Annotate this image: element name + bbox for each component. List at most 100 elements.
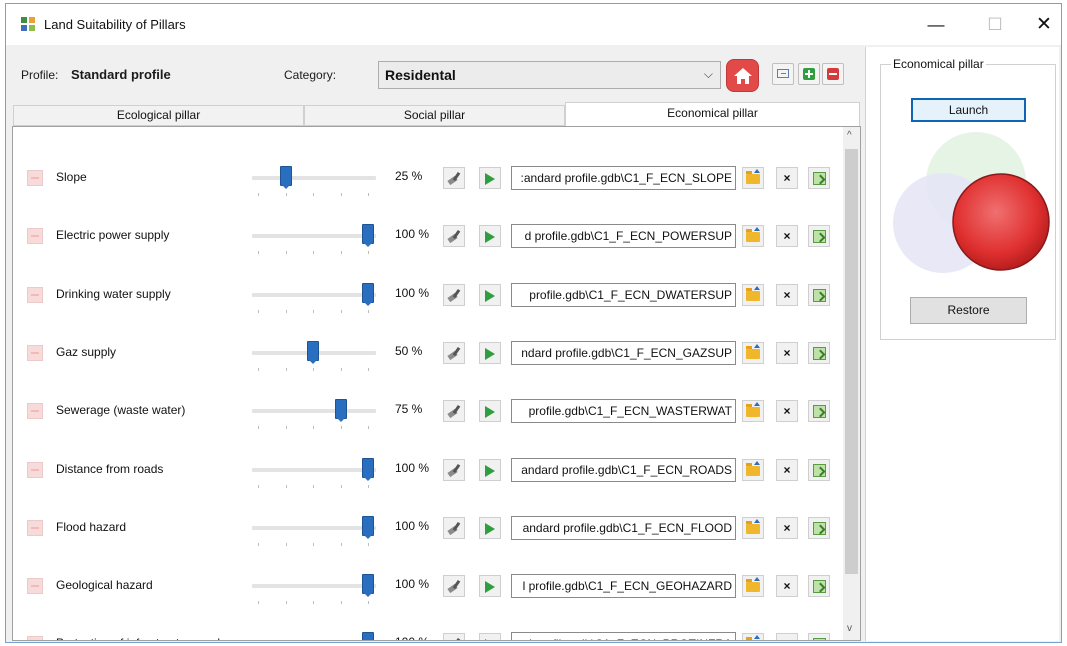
open-folder-button[interactable] (742, 341, 764, 364)
layer-path-field[interactable]: andard profile.gdb\C1_F_ECN_FLOOD (511, 515, 736, 540)
layer-path-field[interactable]: ndard profile.gdb\C1_F_ECN_GAZSUP (511, 340, 736, 365)
run-button[interactable] (479, 167, 501, 189)
weight-slider[interactable] (250, 568, 380, 605)
symbology-button[interactable] (443, 458, 465, 481)
layer-path-field[interactable]: profile.gdb\C1_F_ECN_DWATERSUP (511, 282, 736, 307)
view-map-button[interactable] (808, 283, 830, 306)
map-icon (813, 580, 826, 594)
symbology-button[interactable] (443, 633, 465, 640)
launch-button[interactable]: Launch (911, 98, 1026, 122)
weight-slider[interactable] (250, 393, 380, 430)
row-toggle[interactable] (27, 461, 43, 478)
layer-path-field[interactable]: andard profile.gdb\C1_F_ECN_ROADS (511, 457, 736, 482)
view-map-button[interactable] (808, 167, 830, 189)
add-button[interactable] (798, 63, 820, 85)
symbology-button[interactable] (443, 167, 465, 189)
restore-button[interactable]: Restore (910, 297, 1027, 324)
clear-path-button[interactable]: × (776, 458, 798, 481)
clear-path-button[interactable]: × (776, 633, 798, 640)
run-button[interactable] (479, 575, 501, 598)
clear-path-button[interactable]: × (776, 225, 798, 248)
scroll-down-arrow[interactable]: v (847, 623, 852, 634)
run-button[interactable] (479, 341, 501, 364)
open-folder-button[interactable] (742, 167, 764, 189)
symbology-button[interactable] (443, 341, 465, 364)
clear-path-button[interactable]: × (776, 575, 798, 598)
category-dropdown[interactable]: Residental ⌵ (378, 61, 721, 89)
weight-slider[interactable] (250, 277, 380, 313)
tab-social-pillar[interactable]: Social pillar (304, 105, 565, 126)
tab-ecological-pillar[interactable]: Ecological pillar (13, 105, 304, 126)
maximize-button[interactable]: ☐ (972, 4, 1018, 45)
view-map-button[interactable] (808, 458, 830, 481)
pin-button[interactable] (772, 63, 794, 85)
weight-slider[interactable] (250, 510, 380, 546)
row-toggle[interactable] (27, 403, 43, 420)
symbology-button[interactable] (443, 283, 465, 306)
clear-path-button[interactable]: × (776, 283, 798, 306)
weight-slider[interactable] (250, 452, 380, 488)
open-folder-button[interactable] (742, 225, 764, 248)
run-button[interactable] (479, 283, 501, 306)
row-toggle[interactable] (27, 636, 43, 640)
slider-thumb[interactable] (362, 632, 374, 640)
slider-thumb[interactable] (362, 457, 374, 481)
slider-thumb[interactable] (279, 166, 292, 189)
layer-path-field[interactable]: :andard profile.gdb\C1_F_ECN_SLOPE (511, 166, 736, 190)
weight-slider[interactable] (250, 335, 380, 371)
symbology-button[interactable] (443, 516, 465, 539)
run-button[interactable] (479, 516, 501, 539)
symbology-button[interactable] (443, 225, 465, 248)
row-toggle[interactable] (27, 170, 43, 186)
view-map-button[interactable] (808, 633, 830, 640)
view-map-button[interactable] (808, 575, 830, 598)
open-folder-button[interactable] (742, 458, 764, 481)
open-folder-button[interactable] (742, 575, 764, 598)
close-button[interactable]: ✕ (1021, 4, 1061, 45)
run-button[interactable] (479, 458, 501, 481)
symbology-button[interactable] (443, 400, 465, 423)
row-toggle[interactable] (27, 286, 43, 303)
clear-path-button[interactable]: × (776, 516, 798, 539)
layer-path-field[interactable]: d profile.gdb\C1_F_ECN_PROTINFRA (511, 632, 736, 640)
remove-button[interactable] (822, 63, 844, 85)
minimize-button[interactable]: — (913, 4, 959, 45)
slider-thumb[interactable] (362, 282, 374, 306)
home-button[interactable] (726, 59, 759, 92)
row-toggle[interactable] (27, 519, 43, 536)
row-toggle[interactable] (27, 578, 43, 595)
run-button[interactable] (479, 225, 501, 248)
view-map-button[interactable] (808, 225, 830, 248)
layer-path-field[interactable]: profile.gdb\C1_F_ECN_WASTERWAT (511, 399, 736, 424)
weight-slider[interactable] (250, 218, 380, 255)
layer-path-field[interactable]: l profile.gdb\C1_F_ECN_GEOHAZARD (511, 574, 736, 599)
run-button[interactable] (479, 633, 501, 640)
weight-slider[interactable] (250, 626, 380, 640)
arrow-right-icon (485, 639, 495, 640)
open-folder-button[interactable] (742, 283, 764, 306)
clear-path-button[interactable]: × (776, 167, 798, 189)
scroll-up-arrow[interactable]: ^ (847, 130, 852, 141)
open-folder-button[interactable] (742, 400, 764, 423)
run-button[interactable] (479, 400, 501, 423)
open-folder-button[interactable] (742, 633, 764, 640)
slider-thumb[interactable] (362, 574, 374, 598)
tab-economical-pillar[interactable]: Economical pillar (565, 102, 860, 126)
open-folder-button[interactable] (742, 516, 764, 539)
vertical-scrollbar[interactable]: ^ v (843, 127, 860, 640)
clear-path-button[interactable]: × (776, 400, 798, 423)
row-toggle[interactable] (27, 228, 43, 245)
row-toggle[interactable] (27, 344, 43, 361)
slider-thumb[interactable] (334, 399, 347, 423)
layer-path-field[interactable]: d profile.gdb\C1_F_ECN_POWERSUP (511, 224, 736, 249)
view-map-button[interactable] (808, 516, 830, 539)
view-map-button[interactable] (808, 400, 830, 423)
weight-slider[interactable] (250, 160, 380, 196)
clear-path-button[interactable]: × (776, 341, 798, 364)
slider-thumb[interactable] (362, 224, 374, 248)
symbology-button[interactable] (443, 575, 465, 598)
slider-thumb[interactable] (307, 340, 319, 364)
slider-thumb[interactable] (362, 515, 374, 539)
view-map-button[interactable] (808, 341, 830, 364)
scrollbar-thumb[interactable] (845, 149, 858, 574)
